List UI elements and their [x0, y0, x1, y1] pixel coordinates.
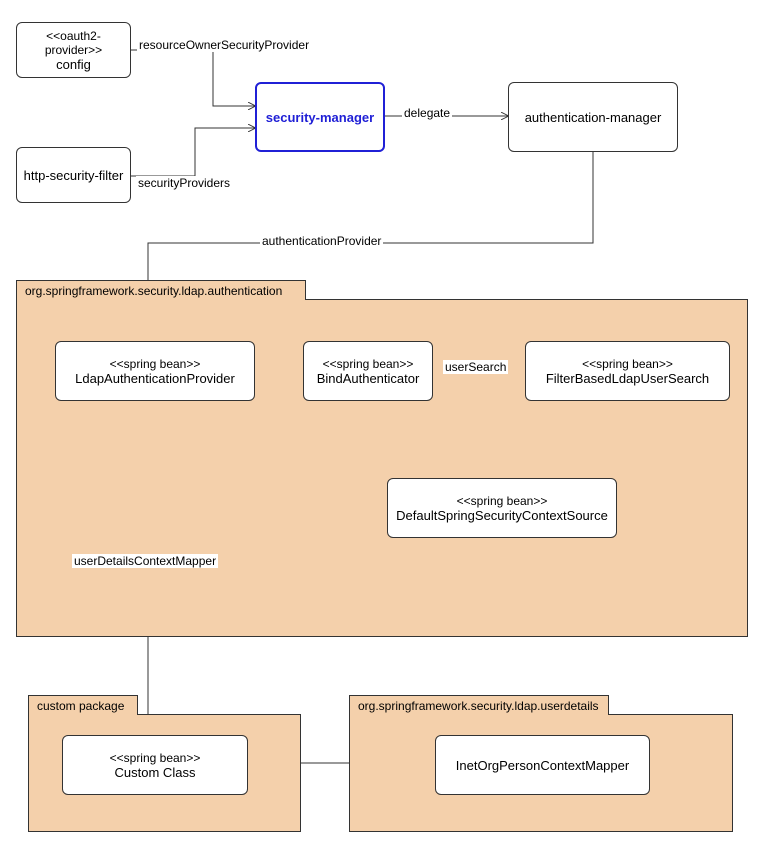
stereotype: <<spring bean>> [323, 357, 414, 371]
package-label: org.springframework.security.ldap.authen… [25, 284, 282, 298]
package-label: org.springframework.security.ldap.userde… [358, 699, 599, 713]
package-tab: org.springframework.security.ldap.authen… [16, 280, 306, 300]
node-label: LdapAuthenticationProvider [75, 371, 235, 386]
edge-label-user-search: userSearch [443, 360, 508, 374]
node-label: Custom Class [115, 765, 196, 780]
edge-label-auth-provider: authenticationProvider [260, 234, 383, 248]
stereotype: <<spring bean>> [582, 357, 673, 371]
node-label: FilterBasedLdapUserSearch [546, 371, 709, 386]
edge-label-user-details-mapper: userDetailsContextMapper [72, 554, 218, 568]
node-label: DefaultSpringSecurityContextSource [396, 508, 608, 523]
node-label: InetOrgPersonContextMapper [456, 758, 629, 773]
node-config: <<oauth2-provider>> config [16, 22, 131, 78]
node-custom-class: <<spring bean>> Custom Class [62, 735, 248, 795]
node-http-security-filter: http-security-filter [16, 147, 131, 203]
stereotype: <<spring bean>> [457, 494, 548, 508]
node-security-manager: security-manager [255, 82, 385, 152]
node-label: http-security-filter [24, 168, 124, 183]
node-label: config [56, 57, 91, 72]
stereotype: <<spring bean>> [110, 357, 201, 371]
node-label: BindAuthenticator [317, 371, 420, 386]
edge-label-security-providers: securityProviders [136, 176, 232, 190]
node-bind-authenticator: <<spring bean>> BindAuthenticator [303, 341, 433, 401]
node-label: security-manager [266, 110, 374, 125]
node-ldap-auth-provider: <<spring bean>> LdapAuthenticationProvid… [55, 341, 255, 401]
node-authentication-manager: authentication-manager [508, 82, 678, 152]
package-tab: custom package [28, 695, 138, 715]
package-label: custom package [37, 699, 124, 713]
node-default-context-source: <<spring bean>> DefaultSpringSecurityCon… [387, 478, 617, 538]
package-tab: org.springframework.security.ldap.userde… [349, 695, 609, 715]
stereotype: <<oauth2-provider>> [23, 29, 124, 57]
stereotype: <<spring bean>> [110, 751, 201, 765]
edge-label-resource-owner: resourceOwnerSecurityProvider [137, 38, 311, 52]
node-inetorg-mapper: InetOrgPersonContextMapper [435, 735, 650, 795]
node-filter-based-search: <<spring bean>> FilterBasedLdapUserSearc… [525, 341, 730, 401]
edge-label-delegate: delegate [402, 106, 452, 120]
node-label: authentication-manager [525, 110, 662, 125]
